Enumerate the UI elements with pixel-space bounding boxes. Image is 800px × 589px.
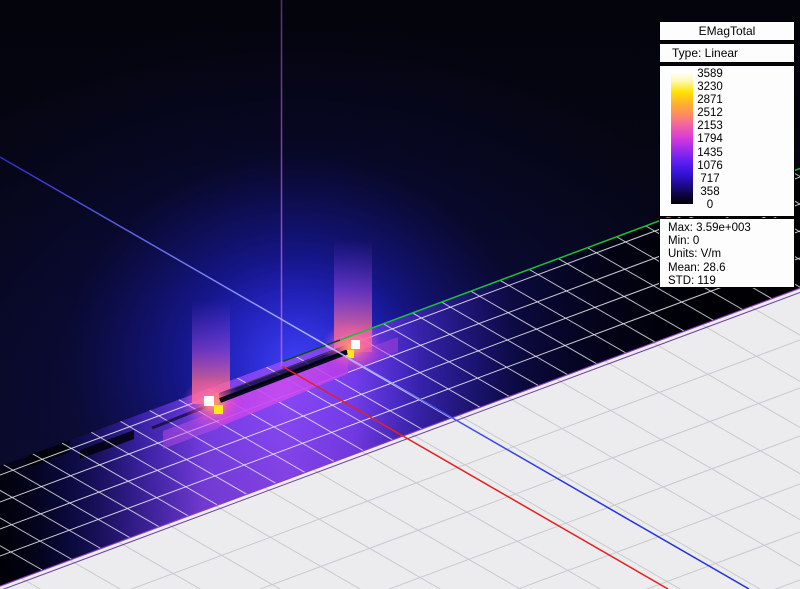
feed-cell-yellow bbox=[214, 405, 223, 414]
colorbar-tick: 2153 bbox=[680, 120, 740, 133]
legend-panel: EMagTotal Type: Linear 3589 3230 2871 25… bbox=[659, 21, 795, 288]
legend-scale-type: Type: Linear bbox=[659, 43, 795, 63]
colorbar-tick: 1076 bbox=[680, 160, 740, 173]
colorbar-tick: 717 bbox=[680, 173, 740, 186]
antenna-feed-left bbox=[182, 377, 242, 429]
colorbar-tick: 2512 bbox=[680, 107, 740, 120]
feed-cell-white bbox=[351, 340, 360, 349]
stat-mean: Mean: 28.6 bbox=[668, 262, 794, 275]
stat-min: Min: 0 bbox=[668, 235, 794, 248]
colorbar-tick: 3589 bbox=[680, 68, 740, 81]
colorbar-tick: 1435 bbox=[680, 147, 740, 160]
legend-title: EMagTotal bbox=[659, 21, 795, 41]
stat-units: Units: V/m bbox=[668, 248, 794, 261]
feed-cell-white bbox=[204, 396, 214, 406]
viewport-3d[interactable]: EMagTotal Type: Linear 3589 3230 2871 25… bbox=[0, 0, 800, 589]
antenna-feed-right bbox=[322, 321, 382, 373]
colorbar-tick: 358 bbox=[680, 186, 740, 199]
colorbar-tick: 0 bbox=[680, 199, 740, 212]
colorbar-tick: 3230 bbox=[680, 81, 740, 94]
colorbar-tick: 2871 bbox=[680, 94, 740, 107]
legend-colorbar: 3589 3230 2871 2512 2153 1794 1435 1076 … bbox=[659, 65, 795, 217]
colorbar-ticks: 3589 3230 2871 2512 2153 1794 1435 1076 … bbox=[680, 68, 740, 212]
colorbar-tick: 1794 bbox=[680, 133, 740, 146]
legend-stats: Max: 3.59e+003 Min: 0 Units: V/m Mean: 2… bbox=[659, 218, 795, 288]
stat-max: Max: 3.59e+003 bbox=[668, 222, 794, 235]
stat-std: STD: 119 bbox=[668, 275, 794, 288]
